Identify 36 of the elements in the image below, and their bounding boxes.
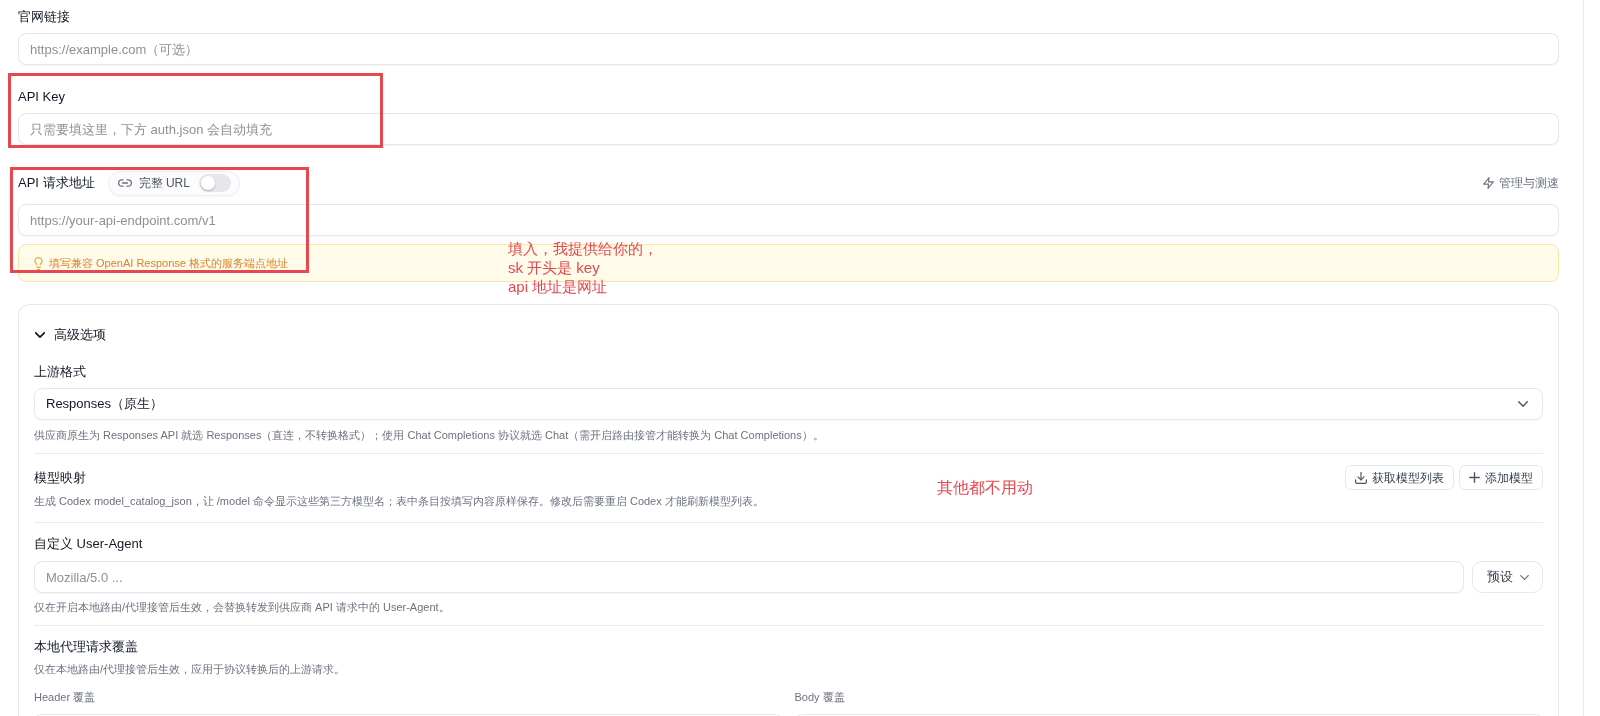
field-label: 本地代理请求覆盖 [34, 638, 138, 656]
download-icon [1355, 471, 1367, 484]
field-label: API Key [18, 88, 65, 106]
add-model-button[interactable]: 添加模型 [1459, 465, 1543, 490]
url-input[interactable]: https://your-api-endpoint.com/v1 [18, 204, 1559, 236]
help-text: 供应商原生为 Responses API 就选 Responses（直连，不转换格式）；使用 Chat Completions 协议就选 Chat（需开启路由接管才能转换为 Chat Completions）。 [34, 427, 825, 443]
text-input[interactable]: 只需要填这里，下方 auth.json 会自动填充 [18, 113, 1559, 145]
plus-icon [1469, 472, 1480, 483]
field-label: 上游格式 [34, 363, 86, 381]
help-text: 仅在开启本地路由/代理接管后生效，会替换转发到供应商 API 请求中的 User-Agent。 [34, 600, 451, 615]
fetch-models-button[interactable]: 获取模型列表 [1345, 465, 1454, 490]
lightbulb-icon [34, 256, 43, 270]
editor-label: Header 覆盖 [34, 689, 96, 705]
field-label: API 请求地址 [18, 174, 95, 192]
format-select[interactable]: Responses（原生） [34, 387, 1543, 420]
chevron-down-icon [1518, 400, 1528, 407]
hint-text: 填写兼容 OpenAI Response 格式的服务端点地址 [49, 255, 288, 271]
help-text: 仅在本地路由/代理接管后生效，应用于协议转换后的上游请求。 [34, 661, 347, 677]
toggle-switch[interactable] [198, 174, 231, 192]
manage-speedtest-button[interactable]: 管理与测速 [1483, 174, 1559, 192]
chevron-down-icon [35, 332, 45, 338]
annotation-note: 其他都不用动 [937, 477, 1033, 498]
advanced-options-toggle[interactable]: 高级选项 [34, 325, 106, 345]
link-icon [117, 179, 132, 187]
field-label: 官网链接 [18, 8, 70, 26]
field-label: 自定义 User-Agent [34, 534, 143, 553]
text-input[interactable]: https://example.com（可选） [18, 33, 1559, 65]
editor-label: Body 覆盖 [794, 689, 845, 705]
annotation-note: 填入，我提供给你的， sk 开头是 key api 地址是网址 [508, 239, 658, 296]
preset-dropdown[interactable]: 预设 [1472, 561, 1543, 593]
user-agent-input[interactable]: Mozilla/5.0 ... [34, 561, 1464, 593]
full-url-toggle[interactable]: 完整 URL [107, 170, 240, 196]
lightning-icon [1483, 177, 1494, 189]
chevron-down-icon [1519, 574, 1529, 580]
field-label: 模型映射 [34, 468, 86, 487]
help-text: 生成 Codex model_catalog_json，让 /model 命令显示这些第三方模型名；表中条目按填写内容原样保存。修改后需要重启 Codex 才能刷新模型列表。 [34, 493, 765, 509]
